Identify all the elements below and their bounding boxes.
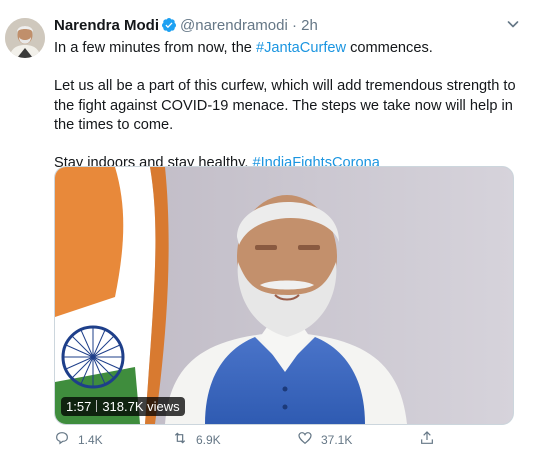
tweet-timestamp[interactable]: 2h bbox=[301, 17, 318, 34]
text-segment: commences. bbox=[346, 40, 433, 56]
video-player[interactable]: 1:57 318.7K views bbox=[54, 166, 514, 425]
tweet-paragraph-1: In a few minutes from now, the #JantaCur… bbox=[54, 39, 524, 58]
video-views: 318.7K views bbox=[102, 399, 180, 414]
video-thumbnail bbox=[55, 167, 513, 424]
avatar-photo bbox=[5, 18, 45, 58]
header-separator: · bbox=[291, 17, 297, 34]
tweet-paragraph-2: Let us all be a part of this curfew, whi… bbox=[54, 78, 516, 133]
author-name[interactable]: Narendra Modi bbox=[54, 17, 159, 34]
badge-divider bbox=[96, 400, 98, 412]
author-handle[interactable]: @narendramodi bbox=[180, 17, 288, 34]
tweet-actions: 1.4K 6.9K 37.1K bbox=[54, 430, 474, 447]
chevron-down-icon[interactable] bbox=[505, 16, 521, 32]
tweet[interactable]: Narendra Modi @narendramodi · 2h In a few… bbox=[0, 0, 547, 447]
video-duration-badge: 1:57 318.7K views bbox=[61, 397, 185, 416]
video-duration: 1:57 bbox=[66, 399, 92, 414]
tweet-text: In a few minutes from now, the #JantaCur… bbox=[54, 39, 524, 173]
text-segment: In a few minutes from now, the bbox=[54, 40, 256, 56]
avatar[interactable] bbox=[5, 18, 45, 58]
hashtag-link[interactable]: #JantaCurfew bbox=[256, 40, 346, 56]
verified-badge-icon bbox=[161, 17, 177, 37]
tweet-header: Narendra Modi @narendramodi · 2h bbox=[54, 17, 318, 37]
